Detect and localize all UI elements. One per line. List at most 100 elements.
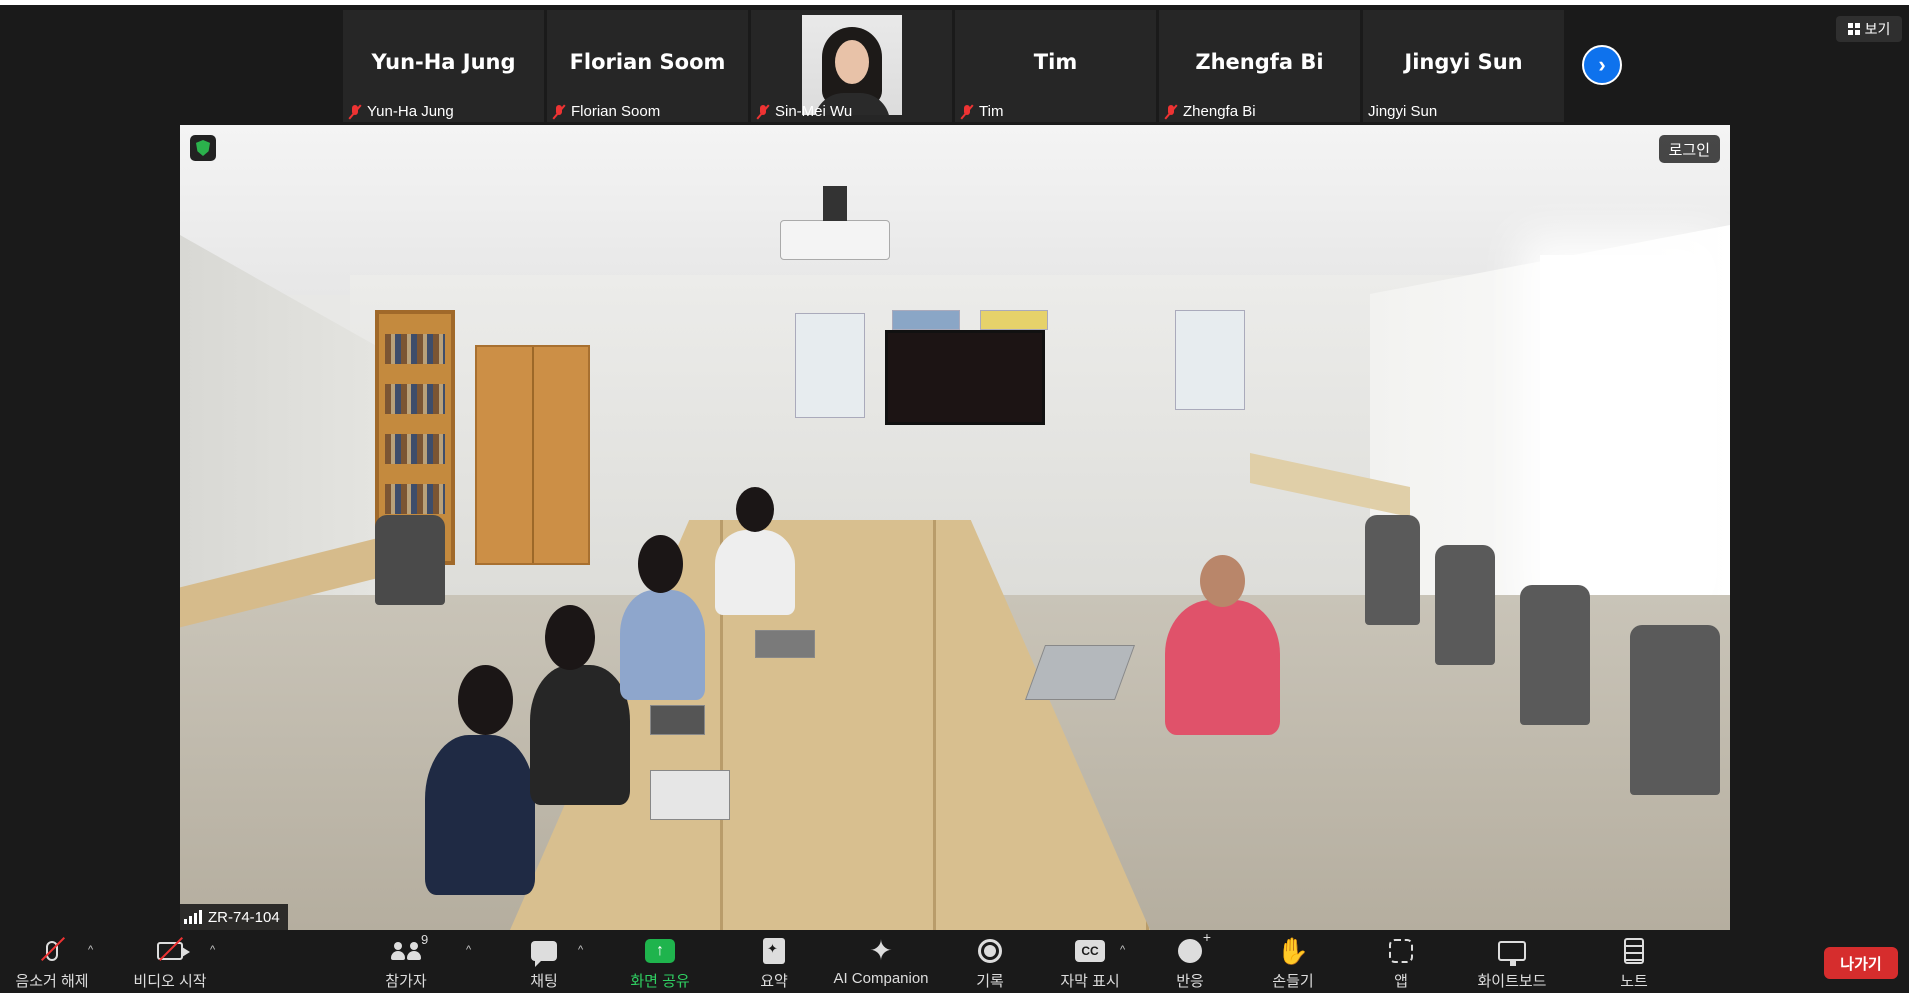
scene-person-head [638,535,683,593]
participant-name-bar: Sin-Mei Wu [756,103,852,120]
chat-label: 채팅 [530,973,558,990]
captions-options-caret[interactable]: ^ [1120,944,1125,956]
whiteboard-button[interactable]: 화이트보드 [1472,936,1552,992]
view-button[interactable]: 보기 [1836,16,1902,42]
mic-muted-icon [960,104,974,120]
ai-companion-label: AI Companion [833,970,929,987]
room-name: ZR-74-104 [208,908,280,926]
scene-cabinet [475,345,590,565]
grid-icon [1847,23,1860,35]
photo-face [835,40,869,84]
scene-projector [780,186,890,260]
raise-hand-label: 손들기 [1272,973,1314,990]
participant-name-bar: Florian Soom [552,103,660,120]
scene-chair [1435,545,1495,665]
unmute-label: 음소거 해제 [15,973,89,990]
mic-muted-icon [348,104,362,120]
notes-label: 노트 [1620,973,1648,990]
scene-person-head [736,487,774,532]
participant-label: Jingyi Sun [1368,103,1438,120]
signal-bars-icon [184,910,202,924]
record-label: 기록 [976,973,1004,990]
mic-muted-icon [756,104,770,120]
scene-chair [1630,625,1720,795]
scene-poster [1175,310,1245,410]
participant-tile[interactable]: Tim Tim [955,10,1156,122]
participant-label: Zhengfa Bi [1183,103,1256,120]
participant-name-bar: Zhengfa Bi [1164,103,1256,120]
participant-tile[interactable]: Sin-Mei Wu [751,10,952,122]
share-screen-button[interactable]: ↑ 화면 공유 [622,936,698,992]
ai-companion-button[interactable]: ✦ AI Companion [830,936,932,992]
video-off-icon [157,936,190,966]
security-shield-icon[interactable] [190,135,216,161]
record-button[interactable]: 기록 [966,936,1014,992]
audio-options-caret[interactable]: ^ [88,944,93,956]
participant-name-bar: Jingyi Sun [1368,103,1437,120]
scene-window-light [1540,255,1700,595]
view-button-label: 보기 [1864,21,1891,37]
share-screen-icon: ↑ [645,936,675,966]
apps-icon [1389,936,1413,966]
scene-chair [1520,585,1590,725]
scene-laptop [755,630,815,658]
participant-tile[interactable]: Jingyi Sun Jingyi Sun [1363,10,1564,122]
participant-tile[interactable]: Yun-Ha Jung Yun-Ha Jung [343,10,544,122]
scene-person [425,735,535,895]
reactions-label: 반응 [1176,973,1204,990]
scene-laptop [650,705,705,735]
participant-name-bar: Tim [960,103,1003,120]
reactions-button[interactable]: 반응 [1168,929,1212,992]
participant-name-bar: Yun-Ha Jung [348,103,454,120]
scene-person-head [545,605,595,670]
video-options-caret[interactable]: ^ [210,944,215,956]
apps-label: 앱 [1394,973,1408,990]
chat-button[interactable]: 채팅 [522,936,566,992]
chat-icon [531,936,557,967]
mic-muted-icon [1164,104,1178,120]
scene-poster [980,310,1048,330]
sparkle-icon: ✦ [869,935,893,966]
start-video-button[interactable]: 비디오 시작 [128,936,212,992]
scene-laptop [650,770,730,820]
unmute-button[interactable]: 음소거 해제 [12,936,92,992]
participant-display-name: Tim [1033,50,1078,74]
scene-ceiling [180,125,1730,295]
participants-count: 9 [421,932,429,947]
scene-poster [892,310,960,330]
notes-button[interactable]: 노트 [1612,936,1656,992]
participants-options-caret[interactable]: ^ [466,944,471,956]
leave-button[interactable]: 나가기 [1824,947,1898,979]
scene-chair [1365,515,1420,625]
scene-person-head [1200,555,1245,607]
scene-person [1165,600,1280,735]
participant-label: Sin-Mei Wu [775,103,853,120]
apps-button[interactable]: 앱 [1386,936,1416,992]
participants-icon: 9 [391,932,428,966]
meeting-toolbar: 음소거 해제 ^ 비디오 시작 ^ 9 참가자 ^ 채팅 ^ ↑ 화면 공유 요… [0,929,1909,993]
captions-label: 자막 표시 [1060,973,1120,990]
scene-person [620,590,705,700]
participant-tile[interactable]: Florian Soom Florian Soom [547,10,748,122]
cc-icon: CC [1075,936,1105,966]
share-screen-label: 화면 공유 [630,973,690,990]
record-icon [978,936,1002,966]
scene-tv [885,330,1045,425]
scene-person-head [458,665,513,735]
captions-button[interactable]: CC 자막 표시 [1054,936,1126,992]
chevron-right-icon: › [1598,52,1606,77]
participants-button[interactable]: 9 참가자 [378,932,434,992]
whiteboard-label: 화이트보드 [1477,973,1547,990]
room-name-label: ZR-74-104 [180,904,288,930]
top-edge [0,0,1909,5]
participant-tile[interactable]: Zhengfa Bi Zhengfa Bi [1159,10,1360,122]
participant-display-name: Florian Soom [569,50,726,74]
login-button[interactable]: 로그인 [1658,135,1720,163]
participant-label: Yun-Ha Jung [367,103,454,120]
summary-button[interactable]: 요약 [752,936,796,992]
gallery-next-button[interactable]: › [1582,45,1622,85]
raise-hand-button[interactable]: ✋ 손들기 [1268,936,1318,992]
chat-options-caret[interactable]: ^ [578,944,583,956]
participant-label: Florian Soom [571,103,661,120]
main-video[interactable]: 로그인 ZR-74-104 [180,125,1730,930]
